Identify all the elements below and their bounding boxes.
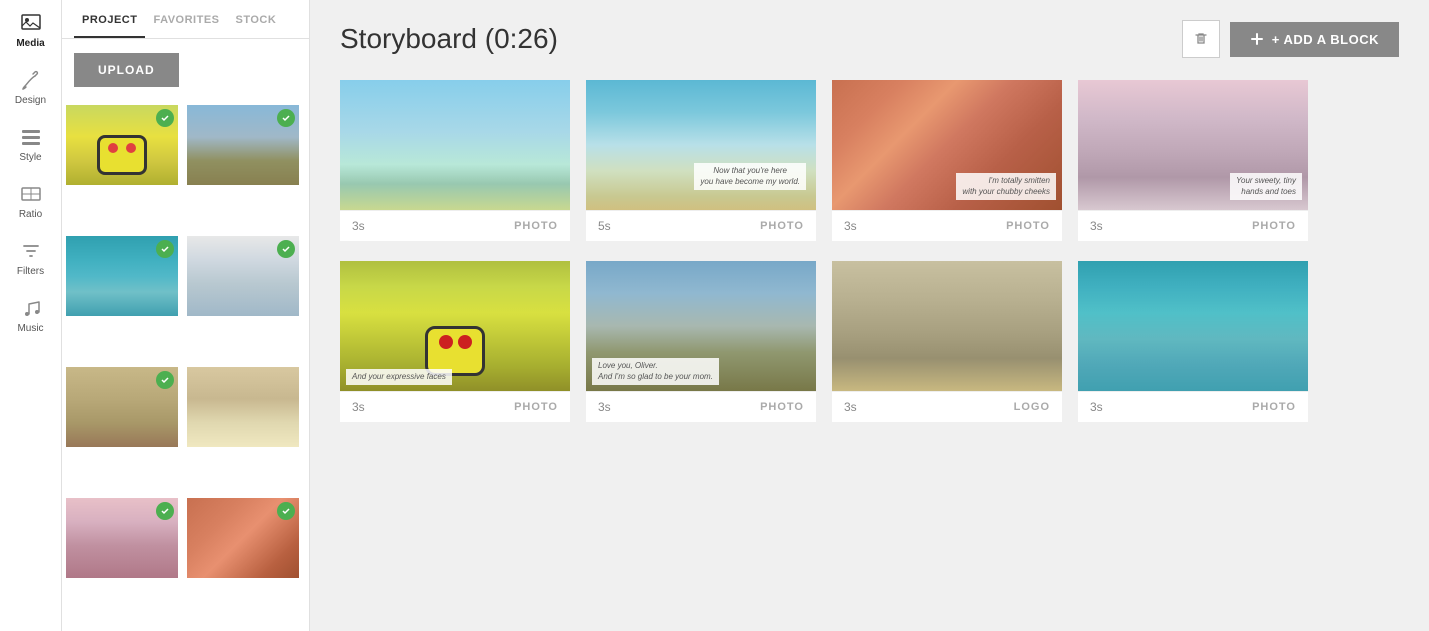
sidebar-item-filters[interactable]: Filters [0, 228, 61, 285]
block-duration: 3s [1090, 400, 1103, 414]
block-image: Your sweety, tinyhands and toes [1078, 80, 1308, 210]
block-footer: 3s PHOTO [832, 210, 1062, 241]
thumb-check [156, 371, 174, 389]
main-content: Storyboard (0:26) + ADD A BLOCK [310, 0, 1429, 631]
image-icon [20, 12, 42, 34]
ratio-icon [20, 183, 42, 205]
text-overlay: I'm totally smittenwith your chubby chee… [956, 173, 1056, 200]
block-type: PHOTO [1252, 220, 1296, 232]
block-duration: 3s [844, 219, 857, 233]
sidebar-label-filters: Filters [17, 266, 44, 277]
text-overlay: Love you, Oliver.And I'm so glad to be y… [592, 358, 719, 385]
thumbnail-item[interactable] [66, 105, 178, 185]
tab-project[interactable]: PROJECT [74, 0, 145, 38]
icon-sidebar: Media Design Style Ratio Filters [0, 0, 62, 631]
trash-icon [1193, 31, 1209, 47]
sidebar-label-ratio: Ratio [19, 209, 42, 220]
upload-button[interactable]: UPLOAD [74, 53, 179, 87]
filters-icon [20, 240, 42, 262]
thumbnail-item[interactable] [187, 236, 299, 316]
add-block-button[interactable]: + ADD A BLOCK [1230, 22, 1399, 57]
block-image: Now that you're hereyou have become my w… [586, 80, 816, 210]
sidebar-label-design: Design [15, 95, 46, 106]
block-image: And your expressive faces [340, 261, 570, 391]
block-footer: 3s PHOTO [340, 210, 570, 241]
block-type: PHOTO [760, 401, 804, 413]
block-type: LOGO [1014, 401, 1050, 413]
text-overlay: Your sweety, tinyhands and toes [1230, 173, 1302, 200]
block-duration: 3s [598, 400, 611, 414]
block-image [832, 261, 1062, 391]
block-footer: 5s PHOTO [586, 210, 816, 241]
storyboard-row: 3s PHOTO Now that you're hereyou have be… [340, 80, 1399, 241]
upload-button-wrap: UPLOAD [62, 39, 309, 101]
storyboard-block[interactable]: Now that you're hereyou have become my w… [586, 80, 816, 241]
block-type: PHOTO [514, 401, 558, 413]
storyboard-row: And your expressive faces 3s PHOTO Love … [340, 261, 1399, 422]
block-type: PHOTO [1252, 401, 1296, 413]
thumb-check [277, 502, 295, 520]
text-overlay: And your expressive faces [346, 369, 452, 385]
plus-icon [1250, 32, 1264, 46]
sidebar-label-music: Music [17, 323, 43, 334]
style-icon [20, 126, 42, 148]
thumbnail-item[interactable] [187, 105, 299, 185]
thumbnail-item[interactable] [187, 367, 299, 447]
thumbnail-item[interactable] [66, 498, 178, 578]
block-duration: 3s [352, 400, 365, 414]
block-footer: 3s PHOTO [1078, 210, 1308, 241]
storyboard-block[interactable]: 3s LOGO [832, 261, 1062, 422]
text-overlay: Now that you're hereyou have become my w… [694, 163, 806, 190]
thumb-check [277, 240, 295, 258]
media-tabs: PROJECT FAVORITES STOCK [62, 0, 309, 39]
block-footer: 3s PHOTO [340, 391, 570, 422]
thumbnail-item[interactable] [187, 498, 299, 578]
sidebar-label-media: Media [16, 38, 44, 49]
storyboard-block[interactable]: And your expressive faces 3s PHOTO [340, 261, 570, 422]
block-image [340, 80, 570, 210]
storyboard-block[interactable]: Your sweety, tinyhands and toes 3s PHOTO [1078, 80, 1308, 241]
block-footer: 3s PHOTO [586, 391, 816, 422]
block-image [1078, 261, 1308, 391]
thumb-check [156, 109, 174, 127]
storyboard-block[interactable]: Love you, Oliver.And I'm so glad to be y… [586, 261, 816, 422]
sidebar-item-style[interactable]: Style [0, 114, 61, 171]
sidebar-label-style: Style [19, 152, 41, 163]
delete-button[interactable] [1182, 20, 1220, 58]
music-icon [20, 297, 42, 319]
thumb-check [156, 240, 174, 258]
block-image: Love you, Oliver.And I'm so glad to be y… [586, 261, 816, 391]
block-duration: 3s [844, 400, 857, 414]
thumbnail-item[interactable] [66, 367, 178, 447]
sidebar-item-design[interactable]: Design [0, 57, 61, 114]
block-duration: 3s [1090, 219, 1103, 233]
brush-icon [20, 69, 42, 91]
thumb-check [156, 502, 174, 520]
block-duration: 3s [352, 219, 365, 233]
tab-favorites[interactable]: FAVORITES [145, 0, 227, 38]
sidebar-item-ratio[interactable]: Ratio [0, 171, 61, 228]
header-actions: + ADD A BLOCK [1182, 20, 1399, 58]
page-title: Storyboard (0:26) [340, 23, 558, 55]
block-image: I'm totally smittenwith your chubby chee… [832, 80, 1062, 210]
block-type: PHOTO [1006, 220, 1050, 232]
tab-stock[interactable]: STOCK [228, 0, 285, 38]
thumbnail-item[interactable] [66, 236, 178, 316]
block-type: PHOTO [760, 220, 804, 232]
storyboard-block[interactable]: 3s PHOTO [340, 80, 570, 241]
thumbnail-grid [62, 101, 309, 631]
thumb-check [277, 109, 295, 127]
sidebar-item-music[interactable]: Music [0, 285, 61, 342]
block-type: PHOTO [514, 220, 558, 232]
left-panel: PROJECT FAVORITES STOCK UPLOAD [62, 0, 310, 631]
add-block-label: + ADD A BLOCK [1272, 32, 1379, 47]
main-header: Storyboard (0:26) + ADD A BLOCK [340, 20, 1399, 58]
storyboard-block[interactable]: I'm totally smittenwith your chubby chee… [832, 80, 1062, 241]
storyboard-block[interactable]: 3s PHOTO [1078, 261, 1308, 422]
block-duration: 5s [598, 219, 611, 233]
sidebar-item-media[interactable]: Media [0, 0, 61, 57]
block-footer: 3s LOGO [832, 391, 1062, 422]
block-footer: 3s PHOTO [1078, 391, 1308, 422]
